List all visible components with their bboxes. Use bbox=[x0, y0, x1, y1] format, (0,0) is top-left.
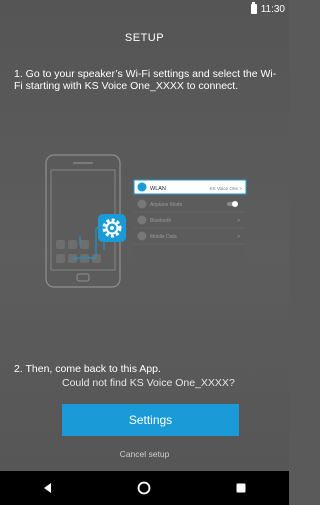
home-icon bbox=[138, 481, 151, 495]
mobile-data-icon bbox=[137, 231, 147, 241]
nav-back-button[interactable] bbox=[28, 471, 68, 505]
airplane-label: Airplane Mode bbox=[150, 202, 182, 208]
illustration-svg: WLAN KS Voice One > Airplane Mode Blueto… bbox=[45, 154, 247, 288]
nav-home-button[interactable] bbox=[124, 471, 164, 505]
back-icon bbox=[44, 483, 52, 493]
status-bar: 11:30 bbox=[0, 0, 289, 18]
step1-instruction: 1. Go to your speaker’s Wi-Fi settings a… bbox=[14, 68, 277, 92]
nav-recents-button[interactable] bbox=[221, 471, 261, 505]
mobile-data-chevron: > bbox=[237, 234, 240, 240]
wlan-icon bbox=[137, 182, 147, 192]
system-nav-bar bbox=[0, 471, 289, 505]
wifi-settings-panel: WLAN KS Voice One > Airplane Mode Blueto… bbox=[133, 179, 247, 262]
status-time: 11:30 bbox=[260, 3, 285, 15]
wlan-label: WLAN bbox=[150, 186, 166, 192]
bluetooth-icon bbox=[137, 215, 147, 225]
recents-icon bbox=[236, 483, 246, 493]
wlan-value: KS Voice One > bbox=[209, 186, 242, 191]
setup-illustration: WLAN KS Voice One > Airplane Mode Blueto… bbox=[0, 150, 289, 310]
phone-app-grid bbox=[56, 240, 101, 263]
setup-screen: 11:30 SETUP 1. Go to your speaker’s Wi-F… bbox=[0, 0, 289, 505]
settings-button[interactable]: Settings bbox=[62, 404, 239, 436]
mobile-data-label: Mobile Data bbox=[150, 234, 177, 240]
step2-instruction: 2. Then, come back to this App. bbox=[14, 363, 161, 375]
cancel-setup-link[interactable]: Cancel setup bbox=[0, 449, 289, 459]
not-found-help-link[interactable]: Could not find KS Voice One_XXXX? bbox=[62, 377, 235, 389]
bluetooth-label: Bluetooth bbox=[150, 218, 171, 224]
battery-icon bbox=[250, 2, 257, 14]
bluetooth-chevron: > bbox=[237, 218, 240, 224]
page-title: SETUP bbox=[124, 32, 165, 44]
airplane-icon bbox=[137, 199, 147, 209]
settings-gear-icon bbox=[98, 214, 126, 242]
